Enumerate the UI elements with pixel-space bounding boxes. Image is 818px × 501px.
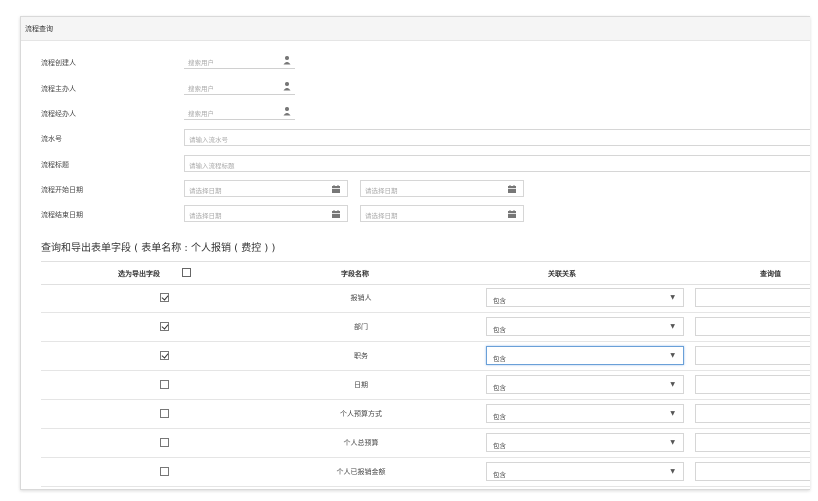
field-name: 个人已报销金额: [336, 468, 386, 476]
relation-select[interactable]: 包含 ▼: [486, 375, 684, 394]
participant-search-input[interactable]: 搜索用户: [184, 104, 295, 120]
field-name: 个人预算方式: [340, 410, 382, 418]
creator-search-input[interactable]: 搜索用户: [184, 53, 295, 69]
participant-placeholder: 搜索用户: [188, 110, 214, 118]
calendar-icon[interactable]: [507, 209, 517, 219]
field-name: 个人总预算: [343, 439, 379, 447]
handler-placeholder: 搜索用户: [188, 85, 214, 93]
start-date-to-placeholder: 请选择日期: [365, 187, 398, 195]
caret-down-icon: ▼: [670, 294, 675, 301]
user-icon[interactable]: [282, 81, 292, 91]
table-row: 个人预算方式 包含 ▼: [41, 400, 810, 429]
relation-value: 包含: [493, 471, 506, 479]
calendar-icon[interactable]: [507, 184, 517, 194]
caret-down-icon: ▼: [670, 410, 675, 417]
table-row: 部门 包含 ▼: [41, 313, 810, 342]
export-checkbox[interactable]: [160, 351, 169, 360]
relation-select[interactable]: 包含 ▼: [486, 288, 684, 307]
relation-select[interactable]: 包含 ▼: [486, 404, 684, 423]
end-date-to-placeholder: 请选择日期: [365, 212, 398, 220]
creator-label: 流程创建人: [41, 59, 76, 67]
relation-column-header: 关联关系: [548, 270, 576, 278]
export-checkbox[interactable]: [160, 380, 169, 389]
fields-table-header: 选为导出字段 字段名称 关联关系 查询值: [41, 261, 810, 285]
relation-value: 包含: [493, 326, 506, 334]
title-input[interactable]: 请输入流程标题: [184, 155, 810, 172]
user-icon[interactable]: [282, 106, 292, 116]
export-column-header: 选为导出字段: [118, 270, 160, 278]
table-row: 日期 包含 ▼: [41, 371, 810, 400]
caret-down-icon: ▼: [670, 468, 675, 475]
start-date-from-placeholder: 请选择日期: [189, 187, 222, 195]
field-name: 职务: [354, 352, 368, 360]
end-date-to-input[interactable]: 请选择日期: [360, 205, 524, 222]
end-date-from-placeholder: 请选择日期: [189, 212, 222, 220]
relation-value: 包含: [493, 355, 506, 363]
serial-label: 流水号: [41, 135, 62, 143]
field-name: 部门: [354, 323, 368, 331]
panel-header: 流程查询: [21, 17, 810, 41]
export-checkbox[interactable]: [160, 293, 169, 302]
query-value-input[interactable]: [695, 346, 810, 365]
relation-value: 包含: [493, 442, 506, 450]
export-checkbox[interactable]: [160, 438, 169, 447]
panel-title: 流程查询: [25, 25, 53, 33]
start-date-label: 流程开始日期: [41, 186, 83, 194]
title-label: 流程标题: [41, 161, 69, 169]
flow-query-panel: 流程查询 流程创建人 搜索用户 流程主办人 搜索用户 流程经办人 搜索用户 流水…: [20, 16, 810, 490]
relation-value: 包含: [493, 384, 506, 392]
field-name-column-header: 字段名称: [341, 270, 369, 278]
relation-select[interactable]: 包含 ▼: [486, 433, 684, 452]
table-row: 个人总预算 包含 ▼: [41, 429, 810, 458]
relation-select[interactable]: 包含 ▼: [486, 462, 684, 481]
query-value-input[interactable]: [695, 462, 810, 481]
participant-label: 流程经办人: [41, 110, 76, 118]
form-fields-section-title: 查询和导出表单字段 ( 表单名称 : 个人报销 ( 费控 ) ): [41, 243, 276, 254]
title-placeholder: 请输入流程标题: [189, 162, 235, 170]
export-checkbox[interactable]: [160, 467, 169, 476]
query-value-input[interactable]: [695, 375, 810, 394]
export-checkbox[interactable]: [160, 322, 169, 331]
end-date-from-input[interactable]: 请选择日期: [184, 205, 348, 222]
calendar-icon[interactable]: [331, 184, 341, 194]
start-date-from-input[interactable]: 请选择日期: [184, 180, 348, 197]
calendar-icon[interactable]: [331, 209, 341, 219]
end-date-label: 流程结束日期: [41, 211, 83, 219]
table-row: 个人已报销金额 包含 ▼: [41, 458, 810, 487]
serial-input[interactable]: 请输入流水号: [184, 129, 810, 146]
query-value-column-header: 查询值: [760, 270, 781, 278]
relation-value: 包含: [493, 413, 506, 421]
field-name: 报销人: [350, 294, 372, 302]
table-row: 职务 包含 ▼: [41, 342, 810, 371]
handler-search-input[interactable]: 搜索用户: [184, 79, 295, 95]
select-all-checkbox[interactable]: [182, 268, 191, 277]
query-value-input[interactable]: [695, 433, 810, 452]
query-value-input[interactable]: [695, 317, 810, 336]
creator-placeholder: 搜索用户: [188, 59, 214, 67]
caret-down-icon: ▼: [670, 352, 675, 359]
start-date-to-input[interactable]: 请选择日期: [360, 180, 524, 197]
relation-value: 包含: [493, 297, 506, 305]
caret-down-icon: ▼: [670, 439, 675, 446]
serial-placeholder: 请输入流水号: [189, 136, 228, 144]
caret-down-icon: ▼: [670, 323, 675, 330]
user-icon[interactable]: [282, 55, 292, 65]
field-name: 日期: [354, 381, 368, 389]
query-value-input[interactable]: [695, 404, 810, 423]
handler-label: 流程主办人: [41, 85, 76, 93]
query-value-input[interactable]: [695, 288, 810, 307]
relation-select[interactable]: 包含 ▼: [486, 346, 684, 365]
relation-select[interactable]: 包含 ▼: [486, 317, 684, 336]
export-checkbox[interactable]: [160, 409, 169, 418]
table-row: 报销人 包含 ▼: [41, 284, 810, 313]
caret-down-icon: ▼: [670, 381, 675, 388]
